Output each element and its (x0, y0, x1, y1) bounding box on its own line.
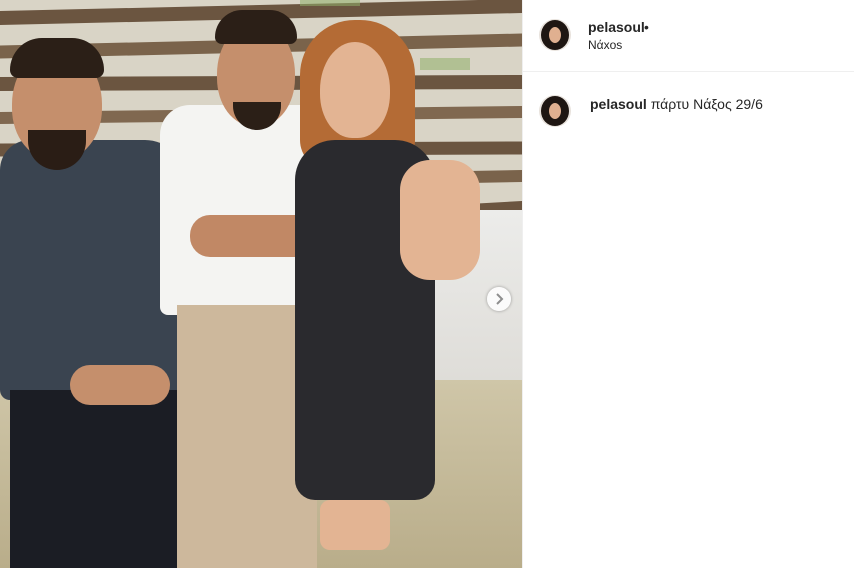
username-link[interactable]: pelasoul (588, 19, 645, 35)
post-photo[interactable] (0, 0, 522, 568)
caption-text: πάρτυ Νάξος 29/6 (650, 96, 763, 112)
caption-username-link[interactable]: pelasoul (590, 96, 647, 112)
post-side-panel: pelasoul • Νάxos pelasoul πάρτυ Νάξος 29… (522, 0, 854, 568)
carousel-next-button[interactable] (487, 287, 511, 311)
person-woman (290, 20, 490, 568)
location-link[interactable]: Νάxos (588, 38, 622, 52)
profile-avatar[interactable] (539, 19, 571, 51)
post-header: pelasoul • Νάxos (523, 0, 854, 72)
chevron-right-icon (496, 293, 504, 305)
caption: pelasoul πάρτυ Νάξος 29/6 (590, 96, 763, 112)
separator-dot: • (644, 19, 649, 35)
comment-avatar[interactable] (539, 95, 571, 127)
